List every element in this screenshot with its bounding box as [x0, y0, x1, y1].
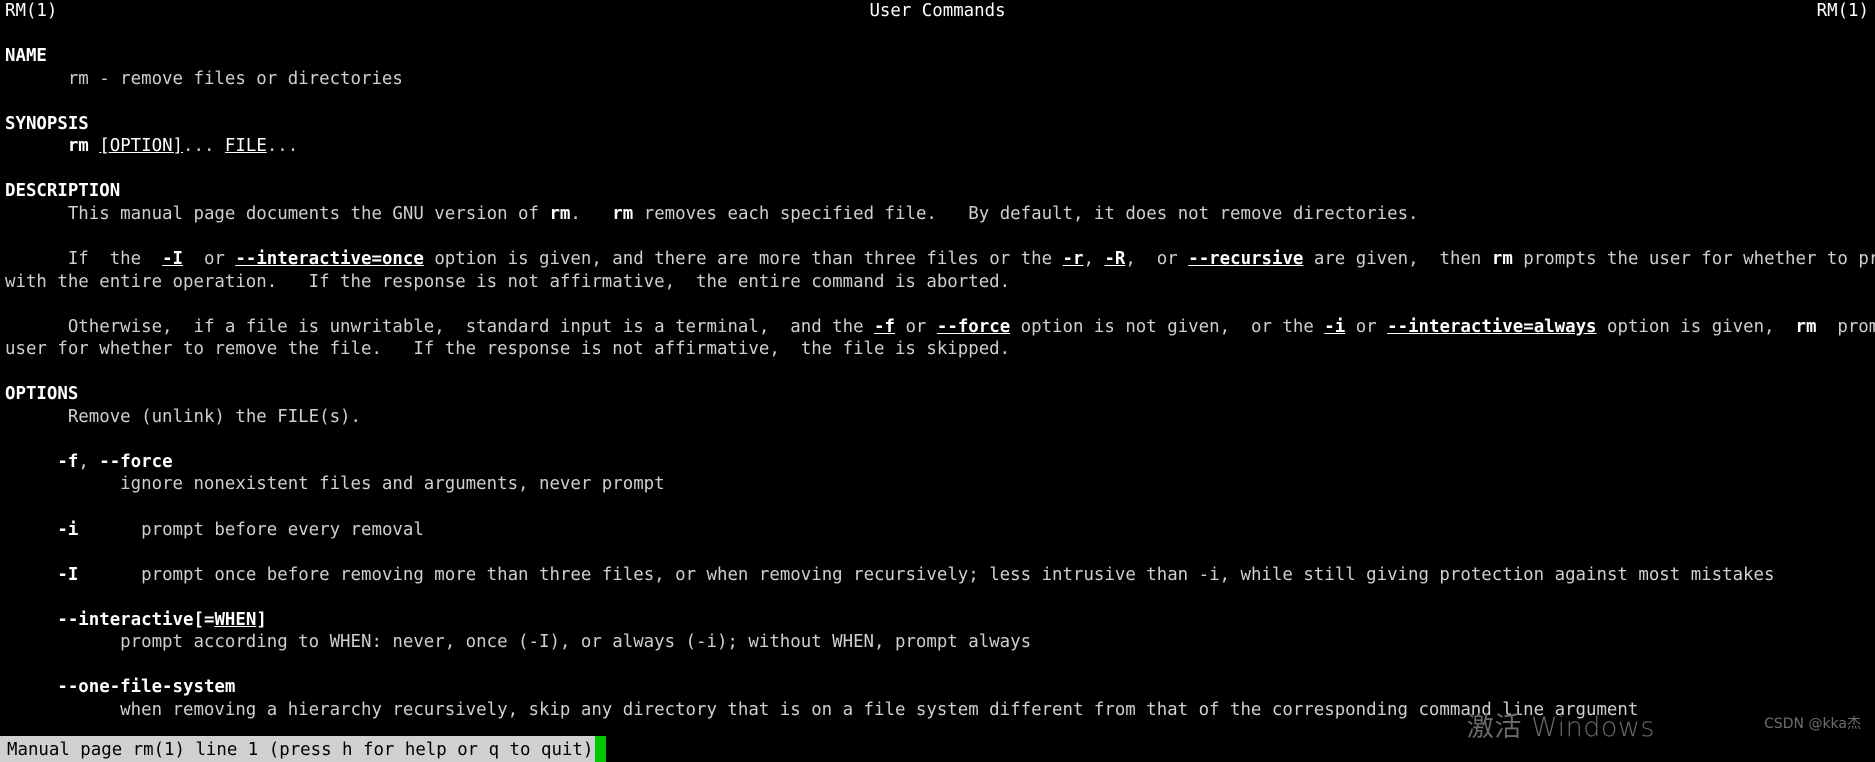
desc-p2-text-a: If the — [67, 249, 163, 270]
option-flag-argument: WHEN — [214, 609, 257, 630]
description-heading-label: DESCRIPTION — [5, 181, 121, 202]
option-entry: -I prompt once before removing more than… — [0, 564, 1875, 587]
section-heading-description: DESCRIPTION — [0, 180, 1875, 203]
desc-p3-text-e: option is given, — [1596, 316, 1796, 337]
terminal-window[interactable]: RM(1) User Commands RM(1) NAME rm - remove… — [0, 0, 1875, 762]
option-flag-suffix-open: [= — [193, 609, 215, 630]
desc-p3-flag-i: -i — [1324, 316, 1346, 337]
option-entry: -f, --force — [0, 451, 1875, 474]
desc-p1-text-a: This manual page documents the GNU versi… — [67, 203, 550, 224]
desc-p2-flag-r-upper: -R — [1104, 249, 1126, 270]
option-flag-short: -f — [57, 451, 79, 472]
option-flag-short: -i — [57, 519, 79, 540]
option-description-line: ignore nonexistent files and arguments, … — [0, 473, 1875, 496]
section-heading-name: NAME — [0, 45, 1875, 68]
desc-p3-text-d: or — [1345, 316, 1388, 337]
desc-p3-flag-interactive-always: --interactive=always — [1387, 316, 1597, 337]
desc-p2-flag-interactive-once: --interactive=once — [235, 249, 424, 270]
desc-p1-rm-2: rm — [612, 203, 634, 224]
option-description: when removing a hierarchy recursively, s… — [120, 699, 1639, 720]
desc-p2-rm: rm — [1491, 249, 1513, 270]
name-body-line: rm - remove files or directories — [0, 68, 1875, 91]
synopsis-line: rm [OPTION]... FILE... — [0, 135, 1875, 158]
section-heading-synopsis: SYNOPSIS — [0, 113, 1875, 136]
pager-status-text: Manual page rm(1) line 1 (press h for he… — [0, 736, 596, 762]
option-description: prompt before every removal — [141, 519, 424, 540]
desc-p2-flag-capital-i: -I — [162, 249, 184, 270]
description-para2-line1: If the -I or --interactive=once option i… — [0, 248, 1875, 271]
desc-p2-flag-r-lower: -r — [1062, 249, 1084, 270]
option-flag-long: --force — [99, 451, 173, 472]
desc-p2-text-f: are given, then — [1303, 249, 1492, 270]
synopsis-option-ellipsis: ... — [183, 136, 225, 157]
options-intro-line: Remove (unlink) the FILE(s). — [0, 406, 1875, 429]
option-entry: -i prompt before every removal — [0, 519, 1875, 542]
option-description: prompt once before removing more than th… — [141, 564, 1775, 585]
synopsis-file-token: FILE — [224, 136, 267, 157]
option-entry: --interactive[=WHEN] — [0, 609, 1875, 632]
desc-p2-text-b: or — [183, 249, 236, 270]
desc-p3-text-b: or — [894, 316, 937, 337]
name-body-text: rm - remove files or directories — [67, 68, 403, 89]
desc-p3-text-g: prompts the — [1837, 316, 1875, 337]
option-flag-long: --one-file-system — [57, 677, 236, 698]
options-heading-label: OPTIONS — [5, 384, 79, 405]
option-flag-suffix-close: ] — [256, 609, 267, 630]
desc-p2-text-d: , — [1083, 249, 1105, 270]
options-list: -f, --force ignore nonexistent files and… — [0, 428, 1875, 725]
option-flag-separator: , — [78, 451, 100, 472]
desc-p3-flag-f: -f — [874, 316, 895, 337]
desc-p2-text-c: option is given, and there are more than… — [423, 249, 1063, 270]
description-para3-line2: user for whether to remove the file. If … — [0, 338, 1875, 361]
synopsis-file-ellipsis: ... — [266, 136, 299, 157]
desc-p3-rm: rm — [1795, 316, 1817, 337]
option-description-line: when removing a hierarchy recursively, s… — [0, 699, 1875, 722]
name-heading-label: NAME — [5, 46, 47, 67]
man-page-viewport[interactable]: RM(1) User Commands RM(1) NAME rm - remove… — [0, 0, 1875, 725]
desc-p2-flag-recursive: --recursive — [1188, 249, 1304, 270]
terminal-cursor — [595, 736, 607, 762]
desc-p1-text-b: . — [570, 203, 613, 224]
description-para2-line2: with the entire operation. If the respon… — [0, 271, 1875, 294]
desc-p3-text-c: option is not given, or the — [1010, 316, 1325, 337]
option-flag-short: -I — [57, 564, 79, 585]
synopsis-option-token: [OPTION] — [99, 136, 184, 157]
desc-p2-line2-text: with the entire operation. If the respon… — [5, 271, 1011, 292]
desc-p3-text-a: Otherwise, if a file is unwritable, stan… — [67, 316, 875, 337]
option-description: prompt according to WHEN: never, once (-… — [120, 632, 1032, 653]
desc-p2-text-e: , or — [1125, 249, 1189, 270]
description-para3-line1: Otherwise, if a file is unwritable, stan… — [0, 316, 1875, 339]
desc-p1-rm-1: rm — [549, 203, 571, 224]
manpage-header: RM(1) User Commands RM(1) — [0, 0, 1875, 23]
desc-p2-text-g: prompts the user for whether to proceed — [1523, 249, 1875, 270]
section-heading-options: OPTIONS — [0, 383, 1875, 406]
option-description: ignore nonexistent files and arguments, … — [120, 474, 665, 495]
manpage-header-center: User Commands — [869, 1, 1006, 21]
desc-p1-text-c: removes each specified file. By default,… — [633, 203, 1419, 224]
option-flag-long: --interactive — [57, 609, 194, 630]
synopsis-heading-label: SYNOPSIS — [5, 113, 89, 134]
manpage-header-right: RM(1) — [1816, 1, 1869, 21]
option-entry: --one-file-system — [0, 676, 1875, 699]
desc-p3-line2-text: user for whether to remove the file. If … — [5, 339, 1011, 360]
pager-status-bar[interactable]: Manual page rm(1) line 1 (press h for he… — [0, 736, 607, 762]
desc-p3-flag-force: --force — [936, 316, 1011, 337]
options-intro-text: Remove (unlink) the FILE(s). — [67, 406, 361, 427]
synopsis-command: rm — [67, 136, 89, 157]
description-para1-line1: This manual page documents the GNU versi… — [0, 203, 1875, 226]
option-description-line: prompt according to WHEN: never, once (-… — [0, 631, 1875, 654]
